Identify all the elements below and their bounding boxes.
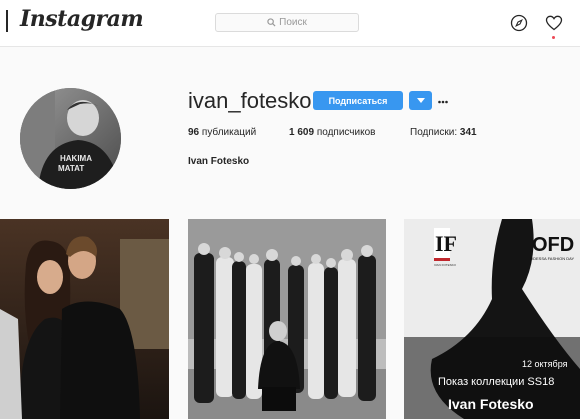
poster-right-logo: OFD bbox=[532, 234, 574, 256]
compass-icon[interactable] bbox=[509, 13, 529, 33]
poster-name: Ivan Fotesko bbox=[448, 396, 534, 412]
poster-date: 12 октября bbox=[522, 359, 568, 369]
posts-label: публикаций bbox=[201, 127, 257, 138]
search-input[interactable]: Поиск bbox=[215, 13, 359, 32]
profile-full-name: Ivan Fotesko bbox=[188, 156, 250, 167]
post-thumbnail-1[interactable] bbox=[0, 219, 169, 419]
poster-left-logo-caption: IVAN FOTESKO bbox=[434, 263, 457, 267]
poster-right-logo-caption: ODESSA FASHION DAY bbox=[530, 256, 574, 261]
avatar[interactable]: HAKIMA MATAT bbox=[20, 88, 121, 189]
followers-stat[interactable]: 1 609 подписчиков bbox=[289, 127, 375, 138]
avatar-shirt-line-2: MATAT bbox=[58, 164, 84, 173]
posts-stat: 96 публикаций bbox=[188, 127, 256, 138]
following-label: Подписки: bbox=[410, 127, 458, 138]
instagram-logo[interactable]: Instagram bbox=[20, 6, 144, 32]
poster-title: Показ коллекции SS18 bbox=[438, 376, 554, 388]
following-stat[interactable]: Подписки: 341 bbox=[410, 127, 477, 138]
ellipsis-icon bbox=[438, 100, 448, 104]
followers-label: подписчиков bbox=[316, 127, 376, 138]
suggestions-dropdown-button[interactable] bbox=[409, 91, 432, 110]
profile-username: ivan_fotesko bbox=[188, 88, 312, 113]
post-thumbnail-3[interactable]: IF IVAN FOTESKO OFD ODESSA FASHION DAY 1… bbox=[404, 219, 580, 419]
top-bar: Instagram Поиск bbox=[0, 0, 580, 47]
post-thumbnail-2[interactable] bbox=[188, 219, 386, 419]
posts-count: 96 bbox=[188, 127, 200, 138]
poster-left-logo: IF bbox=[435, 231, 457, 256]
avatar-shirt-line-1: HAKIMA bbox=[60, 154, 92, 163]
search-icon bbox=[267, 18, 276, 27]
heart-icon[interactable] bbox=[544, 13, 564, 33]
followers-count: 1 609 bbox=[289, 127, 315, 138]
notification-dot bbox=[552, 36, 555, 39]
search-placeholder: Поиск bbox=[279, 17, 307, 28]
caret-down-icon bbox=[416, 97, 425, 103]
following-count: 341 bbox=[459, 127, 477, 138]
more-options-button[interactable] bbox=[438, 92, 448, 106]
instagram-glyph-icon[interactable] bbox=[6, 10, 8, 32]
follow-button[interactable]: Подписаться bbox=[313, 91, 403, 110]
